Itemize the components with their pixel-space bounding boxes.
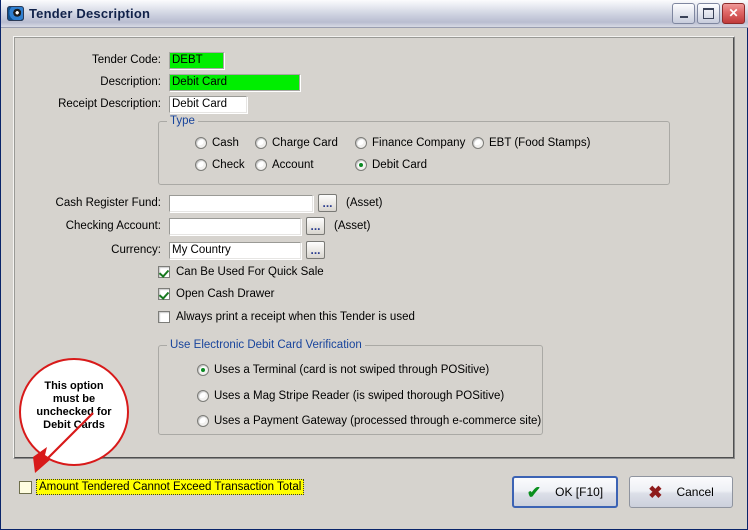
- description-input[interactable]: Debit Card: [169, 74, 300, 91]
- checkbox-label: Always print a receipt when this Tender …: [176, 311, 415, 323]
- currency-row: My Country ...: [169, 241, 325, 259]
- radio-icon: [472, 137, 484, 149]
- checking-account-suffix: (Asset): [334, 220, 371, 232]
- radio-label: EBT (Food Stamps): [489, 137, 591, 149]
- checkbox-label: Can Be Used For Quick Sale: [176, 266, 324, 278]
- checkbox-icon-checked: [158, 288, 170, 300]
- ok-button[interactable]: ✔ OK [F10]: [512, 476, 618, 508]
- checkbox-icon: [19, 480, 32, 494]
- radio-charge-card[interactable]: Charge Card: [255, 137, 338, 149]
- checking-account-label-wrap: Checking Account:: [14, 220, 161, 232]
- description-label: Description:: [100, 76, 161, 88]
- annotation-line-1: This option: [44, 380, 104, 392]
- currency-input[interactable]: My Country: [169, 241, 301, 259]
- type-group-title: Type: [167, 115, 198, 127]
- checkbox-amount-tendered-limit[interactable]: Amount Tendered Cannot Exceed Transactio…: [19, 479, 305, 495]
- radio-label: Account: [272, 159, 314, 171]
- tender-code-input[interactable]: DEBT: [169, 52, 224, 69]
- close-x-icon: ✖: [648, 482, 663, 502]
- title-bar[interactable]: Tender Description ✕: [1, 0, 748, 28]
- annotation-line-4: Debit Cards: [43, 419, 105, 431]
- radio-uses-payment-gateway[interactable]: Uses a Payment Gateway (processed throug…: [197, 415, 541, 427]
- radio-account[interactable]: Account: [255, 159, 314, 171]
- checking-account-browse-button[interactable]: ...: [306, 217, 325, 235]
- radio-icon: [255, 137, 267, 149]
- radio-label: Uses a Terminal (card is not swiped thro…: [214, 364, 490, 376]
- annotation-text: This option must be unchecked for Debit …: [36, 380, 111, 432]
- checking-account-label: Checking Account:: [65, 220, 161, 232]
- annotation-line-2: must be: [52, 393, 96, 405]
- close-icon: ✕: [728, 6, 739, 20]
- radio-icon: [355, 137, 367, 149]
- cash-register-fund-label-wrap: Cash Register Fund:: [14, 197, 161, 209]
- currency-label-wrap: Currency:: [14, 244, 161, 256]
- radio-ebt[interactable]: EBT (Food Stamps): [472, 137, 590, 149]
- verification-group: Use Electronic Debit Card Verification U…: [158, 339, 543, 435]
- checkbox-quick-sale[interactable]: Can Be Used For Quick Sale: [158, 266, 324, 278]
- minimize-icon: [679, 15, 688, 18]
- receipt-description-label: Receipt Description:: [58, 98, 161, 110]
- tender-code-label-wrap: Tender Code:: [14, 54, 161, 66]
- window-controls: ✕: [672, 3, 745, 24]
- ok-button-label: OK [F10]: [555, 485, 604, 499]
- checkbox-open-cash-drawer[interactable]: Open Cash Drawer: [158, 288, 274, 300]
- radio-finance-company[interactable]: Finance Company: [355, 137, 465, 149]
- radio-icon: [197, 390, 209, 402]
- checking-account-input[interactable]: [169, 217, 301, 235]
- radio-icon-selected: [197, 364, 209, 376]
- cash-register-fund-row: ... (Asset): [169, 194, 382, 212]
- type-group: Type Cash Charge Card Finance Company EB…: [158, 115, 670, 185]
- maximize-button[interactable]: [697, 3, 720, 24]
- description-label-wrap: Description:: [14, 76, 161, 88]
- radio-icon: [195, 137, 207, 149]
- receipt-description-input[interactable]: Debit Card: [169, 96, 247, 113]
- cash-register-fund-input[interactable]: [169, 194, 313, 212]
- checkbox-icon: [158, 311, 170, 323]
- radio-label: Finance Company: [372, 137, 466, 149]
- checking-account-row: ... (Asset): [169, 217, 370, 235]
- cancel-button[interactable]: ✖ Cancel: [629, 476, 733, 508]
- close-button[interactable]: ✕: [722, 3, 745, 24]
- radio-label: Cash: [212, 137, 239, 149]
- radio-icon: [195, 159, 207, 171]
- currency-browse-button[interactable]: ...: [306, 241, 325, 259]
- radio-icon: [197, 415, 209, 427]
- tender-code-label: Tender Code:: [91, 54, 161, 66]
- radio-check[interactable]: Check: [195, 159, 245, 171]
- radio-label: Uses a Payment Gateway (processed throug…: [214, 415, 542, 427]
- checkbox-always-print-receipt[interactable]: Always print a receipt when this Tender …: [158, 311, 415, 323]
- radio-cash[interactable]: Cash: [195, 137, 239, 149]
- cash-register-fund-label: Cash Register Fund:: [55, 197, 161, 209]
- currency-label: Currency:: [111, 244, 161, 256]
- maximize-icon: [703, 8, 714, 19]
- checkbox-icon-checked: [158, 266, 170, 278]
- annotation-callout: This option must be unchecked for Debit …: [19, 358, 129, 466]
- annotation-line-3: unchecked for: [36, 406, 112, 418]
- tender-description-dialog: Tender Description ✕ Tender Code: DEBT D…: [0, 0, 748, 530]
- radio-icon: [255, 159, 267, 171]
- radio-label: Check: [212, 159, 245, 171]
- cash-register-fund-browse-button[interactable]: ...: [318, 194, 337, 212]
- radio-label: Debit Card: [372, 159, 427, 171]
- verification-group-title: Use Electronic Debit Card Verification: [167, 339, 365, 351]
- radio-uses-mag-stripe-reader[interactable]: Uses a Mag Stripe Reader (is swiped thor…: [197, 390, 504, 402]
- window-title: Tender Description: [29, 6, 151, 21]
- app-eye-icon: [7, 6, 24, 21]
- radio-debit-card[interactable]: Debit Card: [355, 159, 427, 171]
- minimize-button[interactable]: [672, 3, 695, 24]
- receipt-description-label-wrap: Receipt Description:: [14, 98, 161, 110]
- checkbox-label-highlighted: Amount Tendered Cannot Exceed Transactio…: [36, 479, 305, 495]
- cancel-button-label: Cancel: [676, 485, 714, 499]
- cash-register-fund-suffix: (Asset): [346, 197, 383, 209]
- checkbox-label: Open Cash Drawer: [176, 288, 275, 300]
- radio-uses-terminal[interactable]: Uses a Terminal (card is not swiped thro…: [197, 364, 489, 376]
- check-icon: ✔: [526, 482, 542, 502]
- radio-icon-selected: [355, 159, 367, 171]
- radio-label: Uses a Mag Stripe Reader (is swiped thor…: [214, 390, 505, 402]
- radio-label: Charge Card: [272, 137, 338, 149]
